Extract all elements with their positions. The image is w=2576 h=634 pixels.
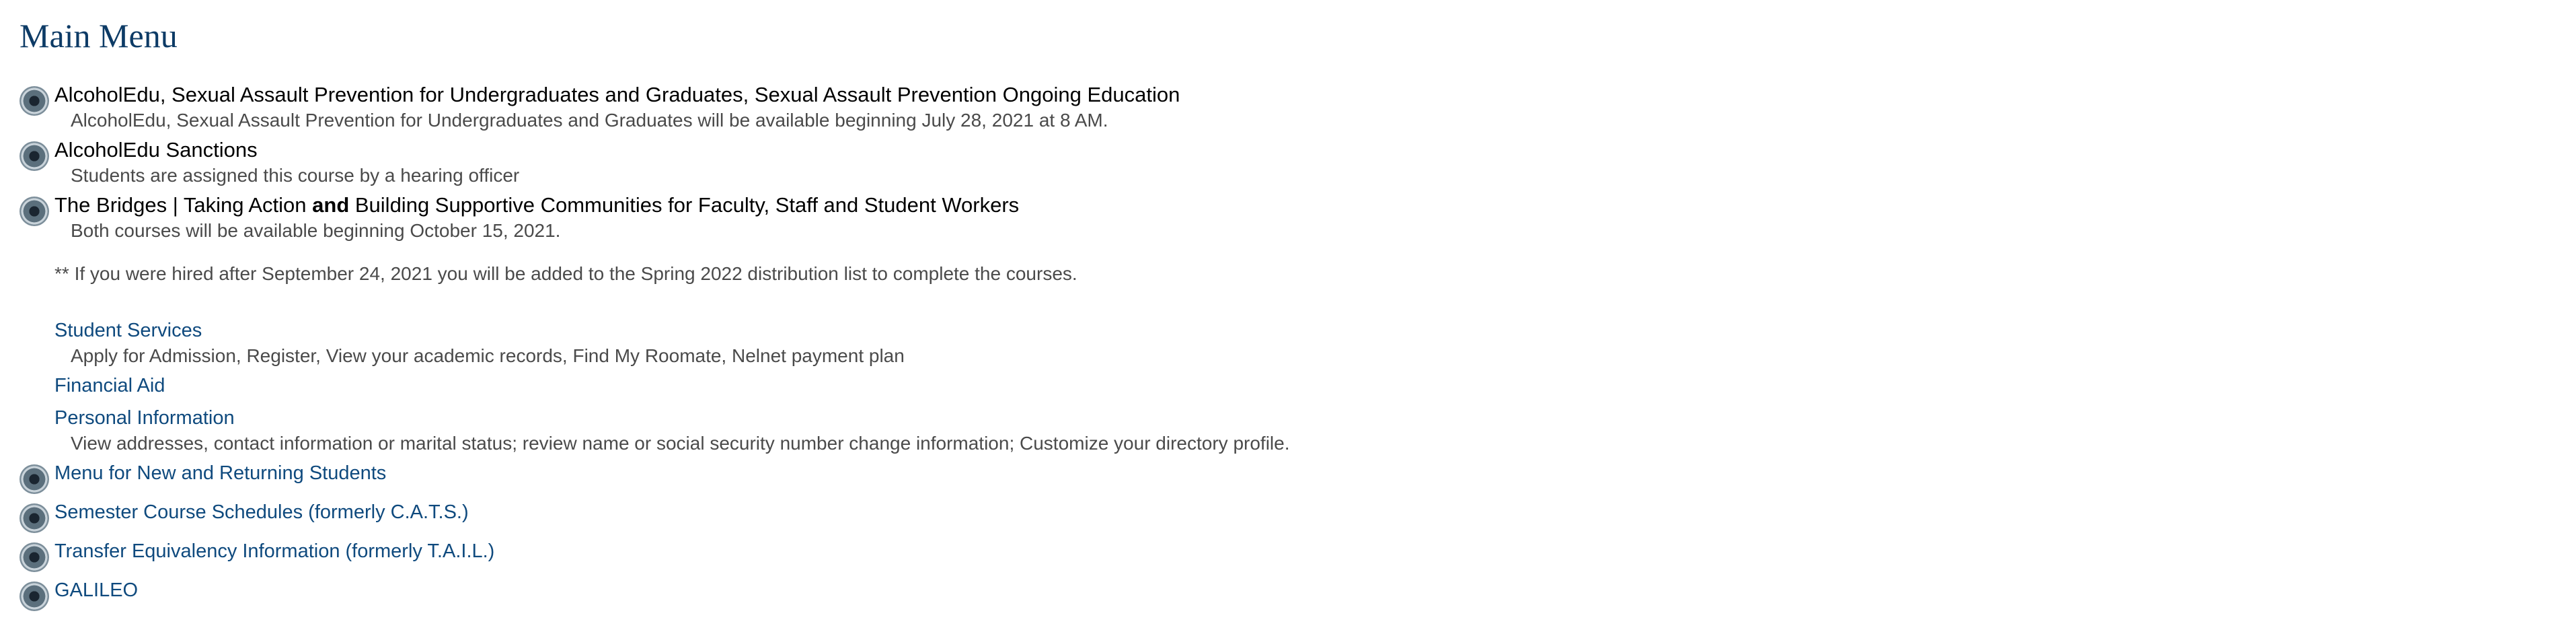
menu-item-bridges[interactable]: The Bridges | Taking Action and Building… xyxy=(20,191,2556,312)
link-personal-information[interactable]: Personal Information View addresses, con… xyxy=(20,404,2556,455)
student-services-link[interactable]: Student Services xyxy=(54,316,905,345)
personal-information-description: View addresses, contact information or m… xyxy=(71,433,1290,454)
student-services-description: Apply for Admission, Register, View your… xyxy=(71,345,905,366)
financial-aid-link[interactable]: Financial Aid xyxy=(54,372,165,400)
bullet-icon xyxy=(20,141,49,171)
menu-item-galileo[interactable]: GALILEO xyxy=(20,576,2556,611)
menu-item-alcoholedu-sanctions[interactable]: AlcoholEdu Sanctions Students are assign… xyxy=(20,136,2556,187)
transfer-equivalency-link[interactable]: Transfer Equivalency Information (former… xyxy=(54,537,494,565)
bullet-icon xyxy=(20,582,49,611)
item-title[interactable]: AlcoholEdu Sanctions xyxy=(54,136,519,164)
item-note: ** If you were hired after September 24,… xyxy=(54,263,1077,284)
menu-item-new-returning-students[interactable]: Menu for New and Returning Students xyxy=(20,459,2556,494)
menu-item-alcoholedu[interactable]: AlcoholEdu, Sexual Assault Prevention fo… xyxy=(20,81,2556,132)
bullet-icon xyxy=(20,503,49,533)
new-returning-students-link[interactable]: Menu for New and Returning Students xyxy=(54,459,386,487)
item-description: Students are assigned this course by a h… xyxy=(71,165,520,186)
item-description: Both courses will be available beginning… xyxy=(71,220,561,241)
bullet-icon xyxy=(20,464,49,494)
item-title-part-a: The Bridges | Taking Action xyxy=(54,193,313,217)
main-menu-page: Main Menu AlcoholEdu, Sexual Assault Pre… xyxy=(0,0,2576,634)
item-description: AlcoholEdu, Sexual Assault Prevention fo… xyxy=(71,110,1108,131)
personal-information-link[interactable]: Personal Information xyxy=(54,404,1289,432)
link-student-services[interactable]: Student Services Apply for Admission, Re… xyxy=(20,316,2556,367)
item-title[interactable]: The Bridges | Taking Action and Building… xyxy=(54,191,1077,219)
semester-course-schedules-link[interactable]: Semester Course Schedules (formerly C.A.… xyxy=(54,498,469,526)
bullet-icon xyxy=(20,86,49,116)
item-title[interactable]: AlcoholEdu, Sexual Assault Prevention fo… xyxy=(54,81,1180,109)
page-title: Main Menu xyxy=(20,17,178,55)
galileo-link[interactable]: GALILEO xyxy=(54,576,138,604)
bullet-icon xyxy=(20,197,49,226)
bullet-icon xyxy=(20,542,49,572)
link-financial-aid[interactable]: Financial Aid xyxy=(20,372,2556,400)
menu-item-semester-course-schedules[interactable]: Semester Course Schedules (formerly C.A.… xyxy=(20,498,2556,533)
item-title-bold: and xyxy=(312,193,350,217)
menu-item-transfer-equivalency[interactable]: Transfer Equivalency Information (former… xyxy=(20,537,2556,572)
item-title-part-b: Building Supportive Communities for Facu… xyxy=(349,193,1020,217)
